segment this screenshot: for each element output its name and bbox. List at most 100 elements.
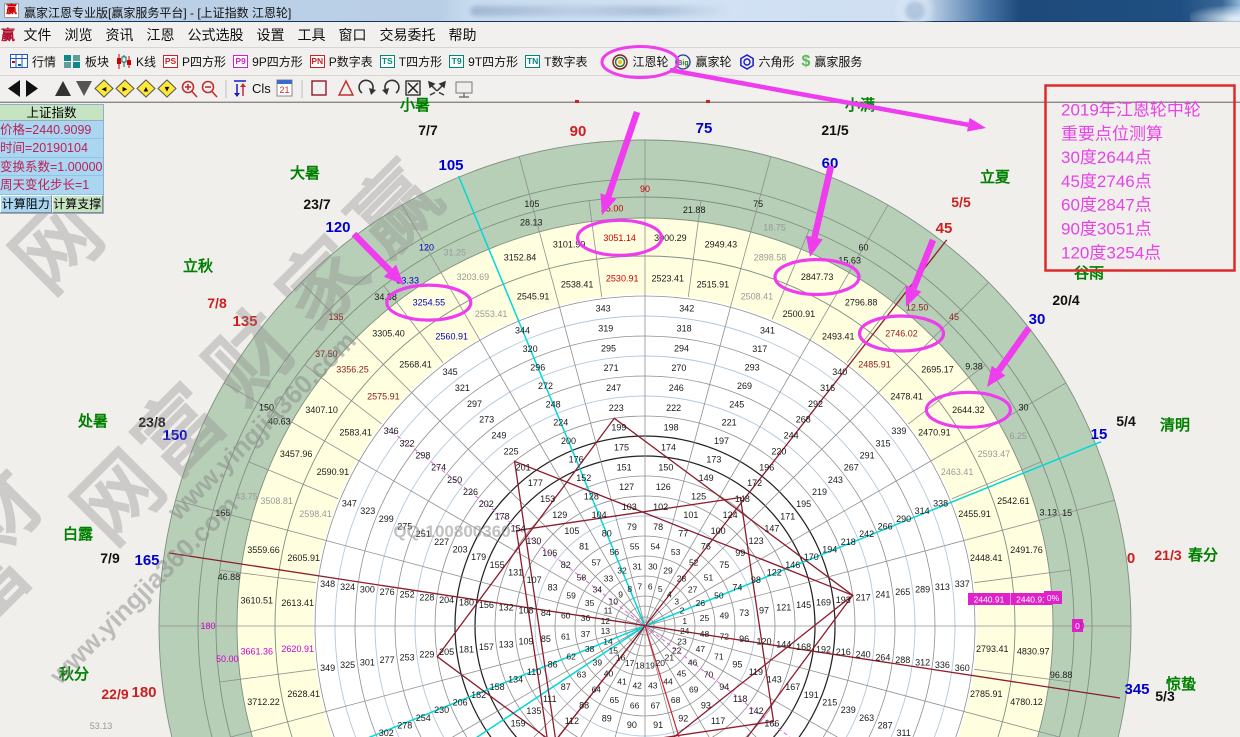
svg-text:96.88: 96.88 xyxy=(1050,670,1073,680)
svg-text:85: 85 xyxy=(541,634,551,644)
svg-text:2593.47: 2593.47 xyxy=(978,449,1011,459)
svg-text:147: 147 xyxy=(764,524,779,534)
svg-text:0: 0 xyxy=(1079,621,1084,631)
svg-text:240: 240 xyxy=(856,650,871,660)
svg-text:45度2746点: 45度2746点 xyxy=(1061,172,1152,191)
svg-text:37: 37 xyxy=(581,629,591,639)
svg-text:18.75: 18.75 xyxy=(763,223,786,233)
svg-text:21: 21 xyxy=(279,85,289,95)
svg-text:3712.22: 3712.22 xyxy=(247,697,280,707)
svg-text:31: 31 xyxy=(632,562,642,572)
svg-text:2523.41: 2523.41 xyxy=(652,274,685,284)
svg-text:263: 263 xyxy=(859,713,874,723)
svg-text:75: 75 xyxy=(719,560,729,570)
svg-text:立秋: 立秋 xyxy=(183,257,214,275)
svg-text:93: 93 xyxy=(701,700,711,710)
svg-text:2545.91: 2545.91 xyxy=(517,292,550,302)
svg-text:▼: ▼ xyxy=(163,84,171,93)
svg-text:218: 218 xyxy=(841,537,856,547)
svg-text:35: 35 xyxy=(585,598,595,608)
svg-text:264: 264 xyxy=(875,652,890,662)
svg-text:富: 富 xyxy=(0,522,47,648)
svg-text:90: 90 xyxy=(570,123,587,140)
svg-text:229: 229 xyxy=(419,650,434,660)
svg-text:122: 122 xyxy=(767,567,782,577)
svg-text:143: 143 xyxy=(767,675,782,685)
svg-text:172: 172 xyxy=(747,478,762,488)
svg-text:176: 176 xyxy=(569,455,584,465)
svg-text:53.13: 53.13 xyxy=(90,721,113,731)
svg-text:150: 150 xyxy=(658,462,673,472)
svg-text:315: 315 xyxy=(875,438,890,448)
svg-text:75: 75 xyxy=(696,120,713,137)
svg-text:105: 105 xyxy=(564,526,579,536)
svg-text:财: 财 xyxy=(189,295,315,421)
svg-text:275: 275 xyxy=(397,522,412,532)
svg-text:2478.41: 2478.41 xyxy=(890,392,923,402)
svg-text:51: 51 xyxy=(704,572,714,582)
svg-text:105: 105 xyxy=(438,157,463,174)
svg-text:272: 272 xyxy=(538,381,553,391)
svg-text:72: 72 xyxy=(720,631,730,641)
svg-text:182: 182 xyxy=(471,690,486,700)
svg-text:2605.91: 2605.91 xyxy=(287,553,320,563)
svg-text:126: 126 xyxy=(656,482,671,492)
svg-text:337: 337 xyxy=(955,579,970,589)
svg-text:3101.99: 3101.99 xyxy=(553,240,586,250)
svg-text:3000.29: 3000.29 xyxy=(654,233,687,243)
svg-text:95: 95 xyxy=(732,659,742,669)
svg-text:2542.61: 2542.61 xyxy=(997,496,1030,506)
svg-text:春分: 春分 xyxy=(1188,546,1218,564)
svg-text:98: 98 xyxy=(751,575,761,585)
svg-text:124: 124 xyxy=(723,510,738,520)
svg-text:48: 48 xyxy=(700,629,710,639)
svg-text:120: 120 xyxy=(756,637,771,647)
svg-text:247: 247 xyxy=(606,383,621,393)
svg-text:◄: ◄ xyxy=(100,84,108,93)
svg-text:242: 242 xyxy=(859,529,874,539)
svg-text:133: 133 xyxy=(499,639,514,649)
svg-text:3559.66: 3559.66 xyxy=(247,545,280,555)
svg-text:246: 246 xyxy=(669,383,684,393)
svg-text:3407.10: 3407.10 xyxy=(305,405,338,415)
svg-text:36: 36 xyxy=(581,613,591,623)
svg-text:76: 76 xyxy=(701,542,711,552)
svg-text:17: 17 xyxy=(625,658,635,668)
svg-text:74: 74 xyxy=(732,583,742,593)
svg-text:241: 241 xyxy=(875,590,890,600)
svg-text:►: ► xyxy=(121,84,129,93)
svg-text:154: 154 xyxy=(511,524,526,534)
svg-text:89: 89 xyxy=(602,713,612,723)
svg-text:2568.41: 2568.41 xyxy=(399,359,432,369)
svg-text:3203.69: 3203.69 xyxy=(457,272,490,282)
svg-text:13: 13 xyxy=(601,626,611,636)
svg-text:340: 340 xyxy=(832,367,847,377)
svg-text:321: 321 xyxy=(455,383,470,393)
svg-text:289: 289 xyxy=(915,585,930,595)
svg-text:2448.41: 2448.41 xyxy=(970,553,1003,563)
svg-text:18: 18 xyxy=(635,661,645,671)
svg-text:68: 68 xyxy=(671,695,681,705)
svg-text:65: 65 xyxy=(610,695,620,705)
svg-text:202: 202 xyxy=(479,499,494,509)
svg-text:106: 106 xyxy=(542,548,557,558)
svg-text:77: 77 xyxy=(678,529,688,539)
svg-text:248: 248 xyxy=(546,399,561,409)
svg-text:处暑: 处暑 xyxy=(77,412,108,430)
svg-text:83: 83 xyxy=(548,583,558,593)
svg-text:15.63: 15.63 xyxy=(838,255,861,265)
svg-text:5: 5 xyxy=(658,584,663,594)
svg-text:15: 15 xyxy=(1091,426,1108,443)
svg-text:63: 63 xyxy=(577,670,587,680)
svg-text:239: 239 xyxy=(841,705,856,715)
svg-text:151: 151 xyxy=(617,462,632,472)
svg-text:175: 175 xyxy=(614,443,629,453)
svg-text:97: 97 xyxy=(759,605,769,615)
svg-text:168: 168 xyxy=(796,642,811,652)
svg-text:216: 216 xyxy=(836,647,851,657)
svg-text:34.38: 34.38 xyxy=(374,292,397,302)
svg-text:156: 156 xyxy=(479,600,494,610)
svg-text:166: 166 xyxy=(764,718,779,728)
svg-text:2508.41: 2508.41 xyxy=(741,292,774,302)
svg-text:181: 181 xyxy=(459,645,474,655)
